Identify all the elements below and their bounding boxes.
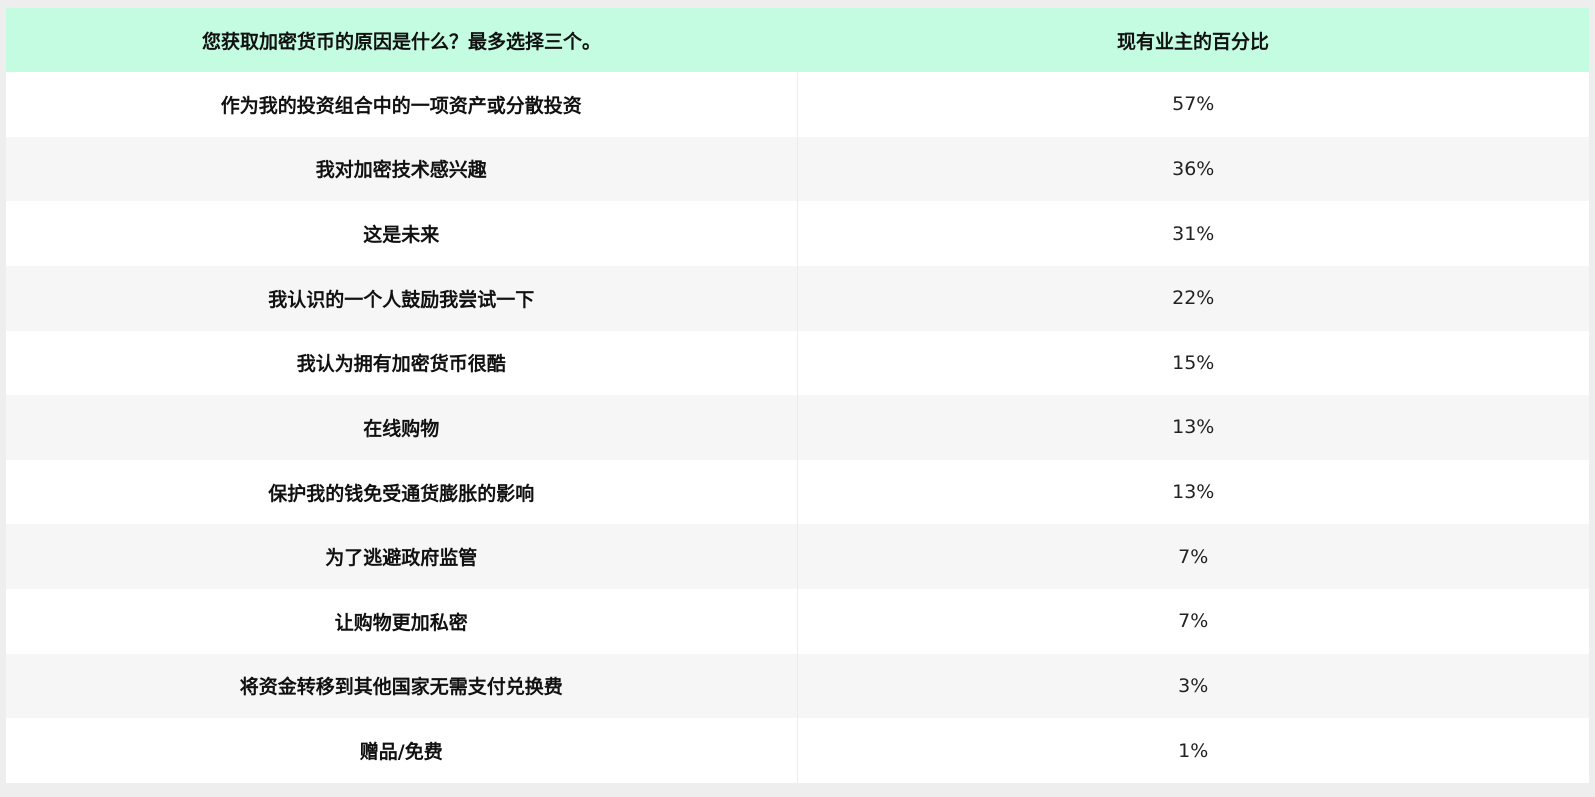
- header-reason: 您获取加密货币的原因是什么？最多选择三个。: [201, 30, 601, 53]
- percent-cell: 1%: [1178, 739, 1209, 762]
- table-row: 我认识的一个人鼓励我尝试一下 22%: [6, 265, 1589, 331]
- percent-cell: 13%: [1172, 481, 1215, 504]
- survey-table: 您获取加密货币的原因是什么？最多选择三个。 现有业主的百分比 作为我的投资组合中…: [6, 8, 1589, 783]
- reason-cell: 赠品/免费: [6, 718, 798, 783]
- percent-cell: 15%: [1172, 351, 1215, 374]
- table-header: 您获取加密货币的原因是什么？最多选择三个。 现有业主的百分比: [6, 8, 1589, 72]
- table-row: 将资金转移到其他国家无需支付兑换费 3%: [6, 653, 1589, 719]
- reason-cell: 在线购物: [6, 395, 798, 460]
- table-row: 赠品/免费 1%: [6, 718, 1589, 783]
- reason-cell: 保护我的钱免受通货膨胀的影响: [6, 459, 798, 525]
- percent-cell: 31%: [1172, 222, 1215, 245]
- header-percent: 现有业主的百分比: [1116, 30, 1269, 53]
- percent-cell: 7%: [1178, 545, 1209, 568]
- reason-cell: 我对加密技术感兴趣: [6, 136, 798, 202]
- reason-cell: 这是未来: [6, 201, 798, 266]
- table-row: 在线购物 13%: [6, 395, 1589, 460]
- percent-cell: 36%: [1172, 157, 1215, 180]
- reason-cell: 作为我的投资组合中的一项资产或分散投资: [6, 72, 798, 137]
- table-body: 作为我的投资组合中的一项资产或分散投资 57% 我对加密技术感兴趣 36% 这是…: [6, 72, 1589, 783]
- percent-cell: 13%: [1172, 416, 1215, 439]
- reason-cell: 我认识的一个人鼓励我尝试一下: [6, 265, 798, 331]
- percent-cell: 7%: [1178, 610, 1209, 633]
- table-row: 我对加密技术感兴趣 36%: [6, 136, 1589, 202]
- table-row: 我认为拥有加密货币很酷 15%: [6, 330, 1589, 396]
- table-row: 让购物更加私密 7%: [6, 589, 1589, 654]
- survey-table-container: 您获取加密货币的原因是什么？最多选择三个。 现有业主的百分比 作为我的投资组合中…: [6, 8, 1589, 783]
- table-row: 为了逃避政府监管 7%: [6, 524, 1589, 589]
- table-row: 保护我的钱免受通货膨胀的影响 13%: [6, 459, 1589, 525]
- percent-cell: 57%: [1172, 93, 1215, 116]
- percent-cell: 3%: [1178, 674, 1209, 697]
- header-row: 您获取加密货币的原因是什么？最多选择三个。 现有业主的百分比: [6, 8, 1589, 72]
- reason-cell: 我认为拥有加密货币很酷: [6, 330, 798, 396]
- reason-cell: 将资金转移到其他国家无需支付兑换费: [6, 653, 798, 719]
- reason-cell: 为了逃避政府监管: [6, 524, 798, 589]
- percent-cell: 22%: [1172, 287, 1215, 310]
- table-row: 这是未来 31%: [6, 201, 1589, 266]
- table-row: 作为我的投资组合中的一项资产或分散投资 57%: [6, 72, 1589, 137]
- reason-cell: 让购物更加私密: [6, 589, 798, 654]
